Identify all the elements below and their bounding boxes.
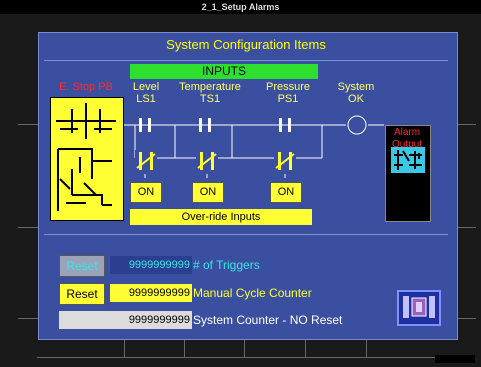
ladder-logic-icon xyxy=(56,103,116,211)
system-counter-label: System Counter - NO Reset xyxy=(193,313,343,327)
reset-manual-cycle-button[interactable]: Reset xyxy=(59,283,105,305)
reset-triggers-button[interactable]: Reset xyxy=(59,255,105,277)
override-inputs-label: Over-ride Inputs xyxy=(130,209,312,225)
override-level-on-button[interactable]: ON xyxy=(130,182,162,203)
manual-cycle-label: Manual Cycle Counter xyxy=(193,286,312,300)
divider xyxy=(44,234,448,235)
triggers-label: # of Triggers xyxy=(193,258,260,272)
override-contact-icon xyxy=(274,150,296,174)
override-contact-icon xyxy=(196,150,218,174)
screen-nav-icon xyxy=(403,296,435,318)
contact-ps1-icon xyxy=(279,118,291,132)
override-pressure-on-button[interactable]: ON xyxy=(270,182,302,203)
contact-ts1-icon xyxy=(199,118,211,132)
nav-button[interactable] xyxy=(397,290,441,326)
manual-cycle-count: 9999999999 xyxy=(110,284,192,302)
triggers-count: 9999999999 xyxy=(110,256,192,274)
alarm-output-icon[interactable] xyxy=(391,147,425,173)
system-count: 9999999999 xyxy=(59,311,192,329)
contact-ls1-icon xyxy=(139,118,151,132)
override-contact-icon xyxy=(135,150,157,174)
override-temp-on-button[interactable]: ON xyxy=(192,182,224,203)
